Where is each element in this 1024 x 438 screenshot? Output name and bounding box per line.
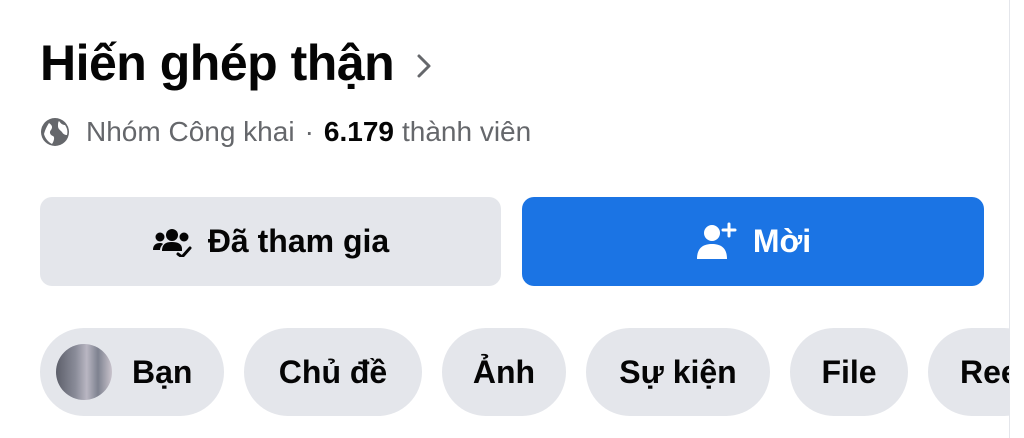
tab-events[interactable]: Sự kiện: [586, 328, 770, 416]
invite-button[interactable]: Mời: [522, 197, 984, 286]
globe-icon: [40, 117, 70, 147]
tab-friends[interactable]: Bạn: [40, 328, 224, 416]
tab-events-label: Sự kiện: [619, 353, 737, 390]
member-count[interactable]: 6.179: [324, 114, 394, 150]
avatar: [56, 344, 112, 400]
tab-topics-label: Chủ đề: [278, 353, 388, 390]
tab-topics[interactable]: Chủ đề: [244, 328, 422, 416]
group-title[interactable]: Hiến ghép thận: [40, 30, 395, 96]
group-joined-icon: [152, 227, 192, 257]
joined-button[interactable]: Đã tham gia: [40, 197, 501, 286]
add-person-icon: [695, 221, 737, 263]
tab-friends-label: Bạn: [132, 353, 193, 390]
meta-separator: ·: [304, 116, 314, 147]
member-label[interactable]: thành viên: [402, 114, 531, 150]
group-tabs: Bạn Chủ đề Ảnh Sự kiện File Reels: [40, 328, 1024, 416]
tab-files-label: File: [821, 353, 877, 390]
joined-label: Đã tham gia: [207, 223, 390, 259]
group-header: Hiến ghép thận: [40, 30, 432, 96]
tab-photos-label: Ảnh: [472, 353, 536, 390]
tab-photos[interactable]: Ảnh: [442, 328, 566, 416]
privacy-label: Nhóm Công khai: [86, 116, 295, 147]
tab-files[interactable]: File: [790, 328, 908, 416]
scrollbar[interactable]: [1009, 0, 1024, 438]
group-meta: Nhóm Công khai · 6.179 thành viên: [40, 114, 531, 150]
chevron-right-icon[interactable]: [416, 53, 432, 79]
invite-label: Mời: [752, 223, 812, 259]
